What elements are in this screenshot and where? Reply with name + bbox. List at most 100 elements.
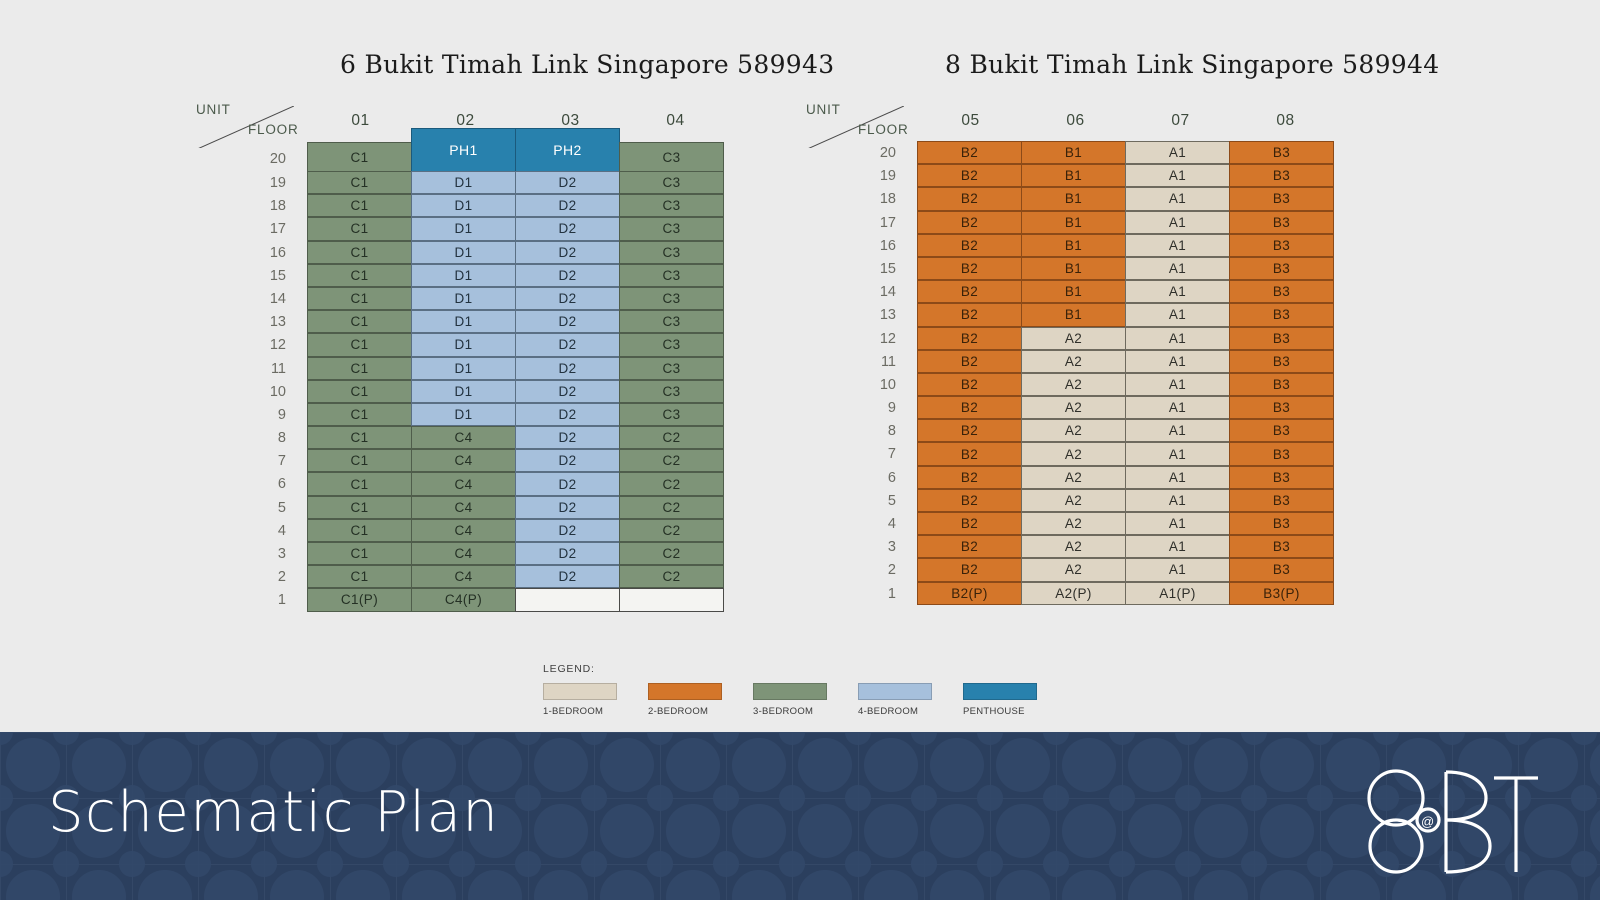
unit-cell-02-3[interactable]: C4 <box>411 542 516 566</box>
unit-cell-02-5[interactable]: C4 <box>411 495 516 519</box>
unit-cell-08-3[interactable]: B3 <box>1229 535 1334 559</box>
unit-cell-07-5[interactable]: A1 <box>1125 488 1230 512</box>
unit-cell-02-9[interactable]: D1 <box>411 402 516 427</box>
unit-cell-06-14[interactable]: B1 <box>1021 280 1126 304</box>
unit-cell-01-11[interactable]: C1 <box>307 356 412 380</box>
unit-cell-08-17[interactable]: B3 <box>1229 210 1334 234</box>
unit-cell-08-4[interactable]: B3 <box>1229 512 1334 536</box>
unit-cell-06-12[interactable]: A2 <box>1021 326 1126 350</box>
unit-cell-03-13[interactable]: D2 <box>515 310 620 334</box>
unit-cell-01-12[interactable]: C1 <box>307 333 412 357</box>
unit-cell-06-13[interactable]: B1 <box>1021 303 1126 327</box>
unit-cell-05-6[interactable]: B2 <box>917 465 1022 489</box>
unit-cell-06-8[interactable]: A2 <box>1021 419 1126 443</box>
unit-cell-03-11[interactable]: D2 <box>515 356 620 380</box>
unit-cell-07-16[interactable]: A1 <box>1125 233 1230 257</box>
unit-cell-04-4[interactable]: C2 <box>619 518 724 542</box>
unit-cell-01-3[interactable]: C1 <box>307 542 412 566</box>
unit-cell-03-12[interactable]: D2 <box>515 333 620 357</box>
unit-cell-04-17[interactable]: C3 <box>619 217 724 241</box>
unit-cell-05-8[interactable]: B2 <box>917 419 1022 443</box>
unit-cell-01-4[interactable]: C1 <box>307 518 412 542</box>
unit-cell-06-6[interactable]: A2 <box>1021 465 1126 489</box>
unit-cell-07-3[interactable]: A1 <box>1125 535 1230 559</box>
unit-cell-05-15[interactable]: B2 <box>917 256 1022 281</box>
unit-cell-03-3[interactable]: D2 <box>515 542 620 566</box>
unit-cell-03-19[interactable]: D2 <box>515 171 620 195</box>
unit-cell-04-1[interactable] <box>619 588 724 612</box>
unit-cell-04-15[interactable]: C3 <box>619 263 724 287</box>
unit-cell-07-10[interactable]: A1 <box>1125 372 1230 397</box>
unit-cell-04-18[interactable]: C3 <box>619 194 724 218</box>
unit-cell-01-7[interactable]: C1 <box>307 449 412 473</box>
unit-cell-08-14[interactable]: B3 <box>1229 280 1334 304</box>
unit-cell-04-12[interactable]: C3 <box>619 333 724 357</box>
unit-cell-04-16[interactable]: C3 <box>619 240 724 264</box>
unit-cell-05-3[interactable]: B2 <box>917 535 1022 559</box>
unit-cell-02-11[interactable]: D1 <box>411 356 516 380</box>
unit-cell-07-13[interactable]: A1 <box>1125 303 1230 327</box>
unit-cell-04-11[interactable]: C3 <box>619 356 724 380</box>
unit-cell-08-7[interactable]: B3 <box>1229 442 1334 466</box>
unit-cell-07-20[interactable]: A1 <box>1125 141 1230 165</box>
unit-cell-03-17[interactable]: D2 <box>515 217 620 241</box>
unit-cell-07-6[interactable]: A1 <box>1125 465 1230 489</box>
unit-cell-02-2[interactable]: C4 <box>411 565 516 589</box>
unit-cell-07-1[interactable]: A1(P) <box>1125 581 1230 605</box>
unit-cell-01-19[interactable]: C1 <box>307 171 412 195</box>
unit-cell-07-4[interactable]: A1 <box>1125 512 1230 536</box>
unit-cell-07-2[interactable]: A1 <box>1125 558 1230 582</box>
unit-cell-05-10[interactable]: B2 <box>917 372 1022 397</box>
unit-cell-05-2[interactable]: B2 <box>917 558 1022 582</box>
unit-cell-03-4[interactable]: D2 <box>515 518 620 542</box>
unit-cell-08-19[interactable]: B3 <box>1229 164 1334 188</box>
unit-cell-08-12[interactable]: B3 <box>1229 326 1334 350</box>
unit-cell-06-10[interactable]: A2 <box>1021 372 1126 397</box>
unit-cell-03-20[interactable]: PH2 <box>515 128 620 172</box>
unit-cell-05-11[interactable]: B2 <box>917 349 1022 373</box>
unit-cell-07-12[interactable]: A1 <box>1125 326 1230 350</box>
unit-cell-08-16[interactable]: B3 <box>1229 233 1334 257</box>
unit-cell-08-20[interactable]: B3 <box>1229 141 1334 165</box>
unit-cell-02-12[interactable]: D1 <box>411 333 516 357</box>
unit-cell-06-5[interactable]: A2 <box>1021 488 1126 512</box>
unit-cell-07-15[interactable]: A1 <box>1125 256 1230 281</box>
unit-cell-02-19[interactable]: D1 <box>411 171 516 195</box>
unit-cell-02-17[interactable]: D1 <box>411 217 516 241</box>
unit-cell-02-6[interactable]: C4 <box>411 472 516 496</box>
unit-cell-08-10[interactable]: B3 <box>1229 372 1334 397</box>
unit-cell-05-9[interactable]: B2 <box>917 396 1022 420</box>
unit-cell-01-20[interactable]: C1 <box>307 142 412 172</box>
unit-cell-07-7[interactable]: A1 <box>1125 442 1230 466</box>
unit-cell-06-18[interactable]: B1 <box>1021 187 1126 211</box>
unit-cell-01-2[interactable]: C1 <box>307 565 412 589</box>
unit-cell-04-10[interactable]: C3 <box>619 379 724 403</box>
unit-cell-08-8[interactable]: B3 <box>1229 419 1334 443</box>
unit-cell-08-1[interactable]: B3(P) <box>1229 581 1334 605</box>
unit-cell-02-13[interactable]: D1 <box>411 310 516 334</box>
unit-cell-07-11[interactable]: A1 <box>1125 349 1230 373</box>
unit-cell-01-14[interactable]: C1 <box>307 286 412 311</box>
unit-cell-06-3[interactable]: A2 <box>1021 535 1126 559</box>
unit-cell-04-6[interactable]: C2 <box>619 472 724 496</box>
unit-cell-05-14[interactable]: B2 <box>917 280 1022 304</box>
unit-cell-06-1[interactable]: A2(P) <box>1021 581 1126 605</box>
unit-cell-04-9[interactable]: C3 <box>619 402 724 427</box>
unit-cell-04-2[interactable]: C2 <box>619 565 724 589</box>
unit-cell-01-18[interactable]: C1 <box>307 194 412 218</box>
unit-cell-06-2[interactable]: A2 <box>1021 558 1126 582</box>
unit-cell-07-9[interactable]: A1 <box>1125 396 1230 420</box>
unit-cell-05-12[interactable]: B2 <box>917 326 1022 350</box>
unit-cell-02-7[interactable]: C4 <box>411 449 516 473</box>
unit-cell-03-5[interactable]: D2 <box>515 495 620 519</box>
unit-cell-08-18[interactable]: B3 <box>1229 187 1334 211</box>
unit-cell-01-17[interactable]: C1 <box>307 217 412 241</box>
unit-cell-01-1[interactable]: C1(P) <box>307 588 412 612</box>
unit-cell-06-17[interactable]: B1 <box>1021 210 1126 234</box>
unit-cell-04-13[interactable]: C3 <box>619 310 724 334</box>
unit-cell-04-3[interactable]: C2 <box>619 542 724 566</box>
unit-cell-05-20[interactable]: B2 <box>917 141 1022 165</box>
unit-cell-06-19[interactable]: B1 <box>1021 164 1126 188</box>
unit-cell-03-8[interactable]: D2 <box>515 426 620 450</box>
unit-cell-01-16[interactable]: C1 <box>307 240 412 264</box>
